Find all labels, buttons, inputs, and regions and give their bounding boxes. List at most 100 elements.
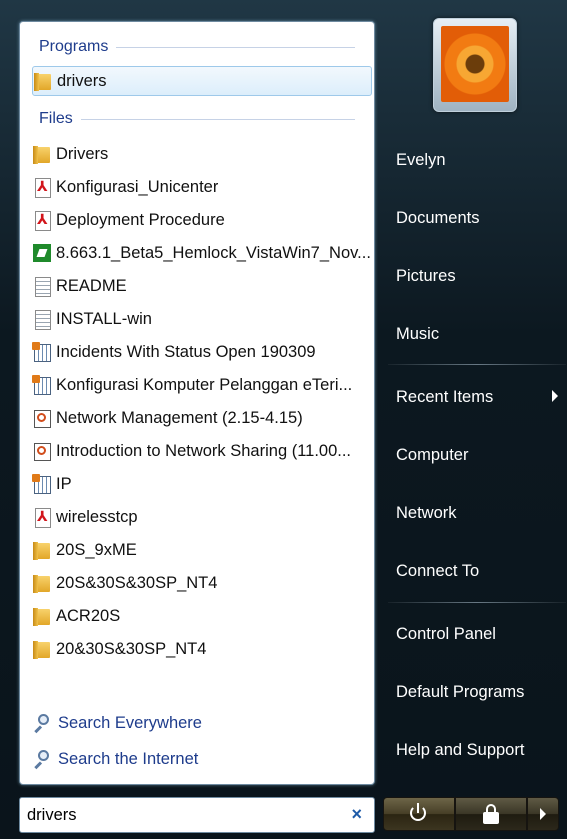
file-item-label: Incidents With Status Open 190309	[56, 342, 316, 361]
results-panel: Programs drivers Files Drivers Konfigura…	[19, 21, 375, 785]
right-item-user[interactable]: Evelyn	[389, 140, 566, 180]
search-input[interactable]	[27, 805, 327, 825]
right-divider	[388, 602, 566, 603]
folder-icon	[33, 71, 53, 91]
folder-icon	[32, 573, 52, 593]
file-item-label: 20S&30S&30SP_NT4	[56, 573, 218, 592]
file-item-label: ACR20S	[56, 606, 121, 625]
start-menu: Programs drivers Files Drivers Konfigura…	[0, 0, 567, 839]
search-link-label: Search Everywhere	[58, 713, 202, 732]
file-item[interactable]: INSTALL-win	[32, 305, 370, 333]
file-item[interactable]: 8.663.1_Beta5_Hemlock_VistaWin7_Nov...	[32, 239, 370, 267]
lock-button[interactable]	[455, 797, 527, 831]
right-item-connect-to[interactable]: Connect To	[389, 551, 566, 591]
user-picture[interactable]	[433, 18, 517, 112]
search-link-label: Search the Internet	[58, 749, 199, 768]
right-item-label: Recent Items	[396, 387, 494, 406]
right-item-label: Pictures	[396, 266, 456, 285]
search-internet-link[interactable]: Search the Internet	[32, 746, 198, 772]
file-item[interactable]: 20S_9xME	[32, 536, 370, 564]
file-item[interactable]: wirelesstcp	[32, 503, 370, 531]
file-item[interactable]: Deployment Procedure	[32, 206, 370, 234]
files-header-label: Files	[39, 110, 73, 127]
power-controls	[383, 797, 559, 831]
file-item-label: IP	[56, 474, 72, 493]
power-button[interactable]	[383, 797, 455, 831]
lock-icon	[483, 804, 499, 824]
file-item-label: Konfigurasi Komputer Pelanggan eTeri...	[56, 375, 353, 394]
file-item-label: Drivers	[56, 144, 109, 163]
file-item-label: 20S_9xME	[56, 540, 137, 559]
right-item-label: Default Programs	[396, 682, 525, 701]
flower-avatar-image	[441, 26, 509, 102]
file-item-label: Network Management (2.15-4.15)	[56, 408, 303, 427]
search-everywhere-link[interactable]: Search Everywhere	[32, 710, 202, 736]
clear-search-icon[interactable]: ×	[351, 804, 362, 825]
file-item[interactable]: Introduction to Network Sharing (11.00..…	[32, 437, 370, 465]
text-document-icon	[32, 309, 52, 330]
pdf-icon	[32, 210, 52, 231]
file-item-label: Deployment Procedure	[56, 210, 225, 229]
search-icon	[32, 749, 52, 769]
right-item-label: Connect To	[396, 561, 480, 580]
pdf-icon	[32, 507, 52, 528]
folder-icon	[32, 144, 52, 164]
installer-icon	[32, 243, 52, 263]
right-item-control-panel[interactable]: Control Panel	[389, 614, 566, 654]
arrow-right-icon	[540, 808, 546, 820]
file-item[interactable]: Network Management (2.15-4.15)	[32, 404, 370, 432]
file-item[interactable]: ACR20S	[32, 602, 370, 630]
shutdown-options-button[interactable]	[527, 797, 559, 831]
submenu-arrow-icon	[552, 390, 558, 402]
right-item-documents[interactable]: Documents	[389, 198, 566, 238]
text-document-icon	[32, 276, 52, 297]
pdf-icon	[32, 177, 52, 198]
files-header: Files	[39, 109, 355, 129]
file-item[interactable]: Drivers	[32, 140, 370, 168]
file-item[interactable]: Konfigurasi_Unicenter	[32, 173, 370, 201]
file-item[interactable]: Incidents With Status Open 190309	[32, 338, 370, 366]
programs-header: Programs	[39, 37, 355, 57]
file-item-label: 8.663.1_Beta5_Hemlock_VistaWin7_Nov...	[56, 243, 370, 262]
search-icon	[32, 713, 52, 733]
spreadsheet-icon	[32, 342, 52, 362]
presentation-icon	[32, 441, 52, 461]
program-item-drivers[interactable]: drivers	[32, 66, 372, 96]
report-icon	[32, 375, 52, 395]
file-item[interactable]: 20S&30S&30SP_NT4	[32, 569, 370, 597]
presentation-icon	[32, 408, 52, 428]
right-item-recent-items[interactable]: Recent Items	[389, 377, 566, 417]
file-item[interactable]: Konfigurasi Komputer Pelanggan eTeri...	[32, 371, 370, 399]
right-item-label: Help and Support	[396, 740, 525, 759]
programs-divider	[116, 46, 355, 48]
right-item-label: Network	[396, 503, 457, 522]
right-item-default-programs[interactable]: Default Programs	[389, 672, 566, 712]
file-item-label: Introduction to Network Sharing (11.00..…	[56, 441, 352, 460]
file-item-label: Konfigurasi_Unicenter	[56, 177, 219, 196]
right-item-computer[interactable]: Computer	[389, 435, 566, 475]
file-item[interactable]: IP	[32, 470, 370, 498]
report-icon	[32, 474, 52, 494]
files-divider	[80, 118, 355, 120]
file-item-label: wirelesstcp	[56, 507, 138, 526]
programs-header-label: Programs	[39, 38, 109, 55]
file-item-label: README	[56, 276, 127, 295]
right-item-help-and-support[interactable]: Help and Support	[389, 730, 566, 770]
file-item[interactable]: README	[32, 272, 370, 300]
right-item-label: Control Panel	[396, 624, 496, 643]
file-item[interactable]: 20&30S&30SP_NT4	[32, 635, 370, 663]
search-box[interactable]: ×	[19, 797, 375, 833]
file-item-label: INSTALL-win	[56, 309, 152, 328]
right-item-label: Music	[396, 324, 440, 343]
right-item-pictures[interactable]: Pictures	[389, 256, 566, 296]
folder-icon	[32, 639, 52, 659]
right-divider	[388, 364, 566, 365]
right-item-network[interactable]: Network	[389, 493, 566, 533]
right-item-label: Documents	[396, 208, 480, 227]
folder-icon	[32, 606, 52, 626]
file-item-label: 20&30S&30SP_NT4	[56, 639, 207, 658]
folder-icon	[32, 540, 52, 560]
right-item-music[interactable]: Music	[389, 314, 566, 354]
program-item-label: drivers	[57, 71, 107, 90]
right-item-label: Evelyn	[396, 150, 446, 169]
